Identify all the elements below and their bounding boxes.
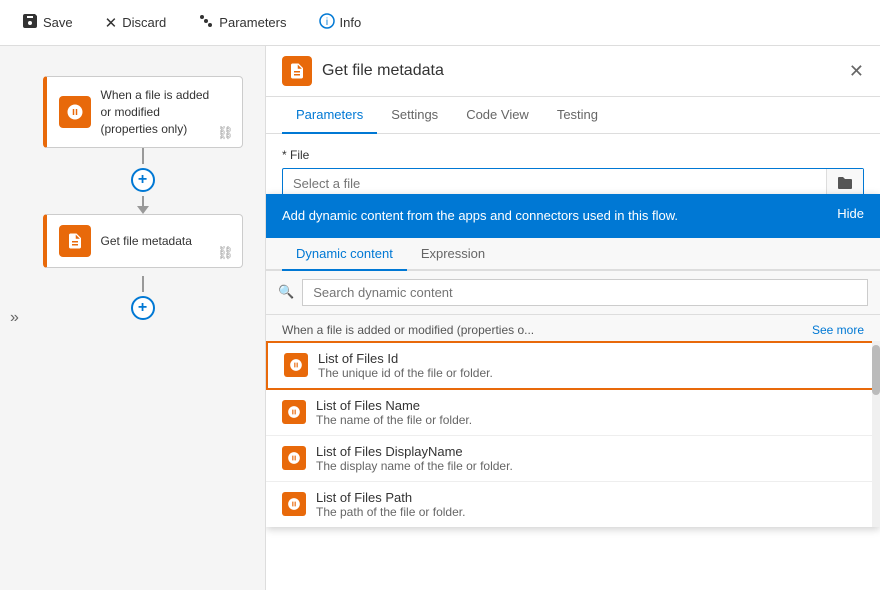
hide-button[interactable]: Hide <box>837 206 864 221</box>
item-desc: The path of the file or folder. <box>316 505 465 519</box>
collapse-button[interactable]: » <box>10 309 19 327</box>
panel-content: * File Connected to Fabrikam-FTP-Connect… <box>266 134 880 590</box>
item-text: List of Files Path The path of the file … <box>316 490 465 519</box>
dynamic-content-header: Add dynamic content from the apps and co… <box>266 194 880 238</box>
arrow-down <box>137 206 149 214</box>
close-panel-button[interactable]: ✕ <box>849 62 864 80</box>
discard-icon: ✕ <box>105 14 118 32</box>
scrollbar-thumb <box>872 345 880 395</box>
trigger-node[interactable]: When a file is added or modified (proper… <box>43 76 243 148</box>
file-input[interactable] <box>283 170 826 197</box>
save-button[interactable]: Save <box>16 9 79 37</box>
file-browse-button[interactable] <box>826 169 863 197</box>
tab-settings[interactable]: Settings <box>377 97 452 134</box>
connector-line-2 <box>142 196 144 206</box>
item-icon <box>284 353 308 377</box>
parameters-label: Parameters <box>219 15 286 30</box>
side-panel: Get file metadata ✕ Parameters Settings … <box>265 46 880 590</box>
panel-tabs: Parameters Settings Code View Testing <box>266 97 880 134</box>
section-label: When a file is added or modified (proper… <box>266 315 880 341</box>
list-item[interactable]: List of Files Id The unique id of the fi… <box>266 341 880 390</box>
item-text: List of Files Name The name of the file … <box>316 398 472 427</box>
dynamic-items-list: List of Files Id The unique id of the fi… <box>266 341 880 527</box>
dynamic-content-panel: Add dynamic content from the apps and co… <box>266 194 880 527</box>
search-box: 🔍 <box>266 271 880 315</box>
list-item[interactable]: List of Files Path The path of the file … <box>266 482 880 527</box>
add-step-button-2[interactable]: + <box>131 296 155 320</box>
connector-line-3 <box>142 276 144 292</box>
item-title: List of Files DisplayName <box>316 444 513 459</box>
dynamic-tabs: Dynamic content Expression <box>266 238 880 271</box>
item-text: List of Files DisplayName The display na… <box>316 444 513 473</box>
link-icon-2: ⛓ <box>217 245 234 261</box>
svg-text:i: i <box>325 17 327 28</box>
save-label: Save <box>43 15 73 30</box>
panel-title-icon <box>282 56 312 86</box>
panel-header: Get file metadata ✕ <box>266 46 880 97</box>
link-icon: ⛓ <box>217 125 234 141</box>
item-title: List of Files Id <box>318 351 493 366</box>
item-title: List of Files Path <box>316 490 465 505</box>
dynamic-tab-expression[interactable]: Expression <box>407 238 499 271</box>
dynamic-tab-content[interactable]: Dynamic content <box>282 238 407 271</box>
panel-title-text: Get file metadata <box>322 62 444 80</box>
panel-title-area: Get file metadata <box>282 56 444 86</box>
action-node-icon <box>59 225 91 257</box>
item-desc: The display name of the file or folder. <box>316 459 513 473</box>
discard-label: Discard <box>122 15 166 30</box>
toolbar: Save ✕ Discard Parameters i Info <box>0 0 880 46</box>
item-desc: The unique id of the file or folder. <box>318 366 493 380</box>
tab-testing[interactable]: Testing <box>543 97 612 134</box>
search-input[interactable] <box>302 279 868 306</box>
parameters-button[interactable]: Parameters <box>192 9 292 37</box>
item-text: List of Files Id The unique id of the fi… <box>318 351 493 380</box>
item-icon <box>282 400 306 424</box>
save-icon <box>22 13 38 33</box>
discard-button[interactable]: ✕ Discard <box>99 10 173 36</box>
item-icon <box>282 492 306 516</box>
connector-line <box>142 148 144 164</box>
action-node-label: Get file metadata <box>101 233 192 250</box>
info-label: Info <box>340 15 362 30</box>
tab-code-view[interactable]: Code View <box>452 97 543 134</box>
info-button[interactable]: i Info <box>313 9 368 37</box>
info-icon: i <box>319 13 335 33</box>
tab-parameters[interactable]: Parameters <box>282 97 377 134</box>
item-desc: The name of the file or folder. <box>316 413 472 427</box>
add-step-button-1[interactable]: + <box>131 168 155 192</box>
search-icon: 🔍 <box>278 284 294 300</box>
file-field-label: * File <box>282 148 864 162</box>
see-more-link[interactable]: See more <box>812 323 864 337</box>
list-item[interactable]: List of Files Name The name of the file … <box>266 390 880 436</box>
scrollbar-track[interactable] <box>872 341 880 527</box>
section-label-text: When a file is added or modified (proper… <box>282 323 534 337</box>
trigger-node-label: When a file is added or modified (proper… <box>101 87 210 137</box>
main-area: » When a file is added or modified (prop… <box>0 46 880 590</box>
parameters-icon <box>198 13 214 33</box>
list-item[interactable]: List of Files DisplayName The display na… <box>266 436 880 482</box>
item-icon <box>282 446 306 470</box>
trigger-node-icon <box>59 96 91 128</box>
flow-canvas: » When a file is added or modified (prop… <box>0 46 265 590</box>
item-title: List of Files Name <box>316 398 472 413</box>
action-node[interactable]: Get file metadata ⛓ <box>43 214 243 268</box>
dynamic-content-header-text: Add dynamic content from the apps and co… <box>282 206 825 226</box>
